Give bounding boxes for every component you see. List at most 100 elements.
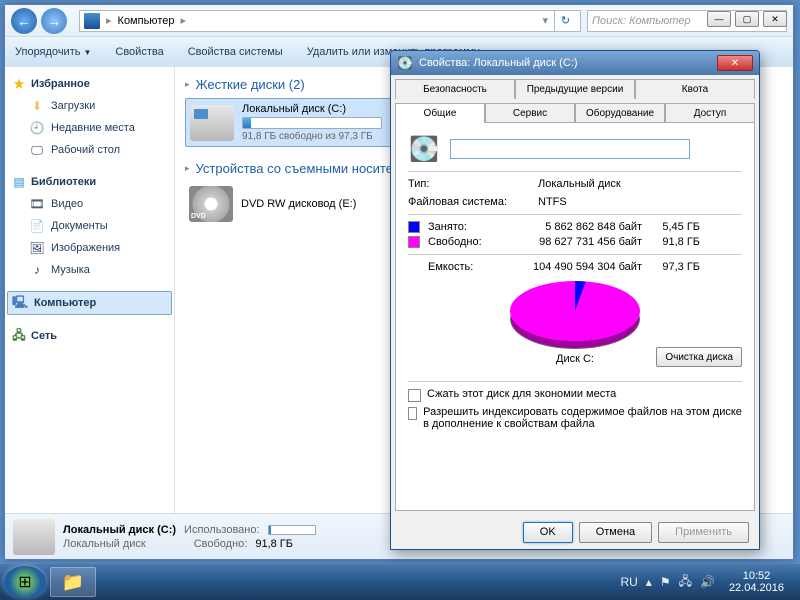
used-label: Занято: (428, 221, 504, 233)
chevron-down-icon: ▼ (83, 48, 91, 57)
image-icon: 🖼 (29, 240, 45, 256)
network-icon[interactable]: 🖧 (679, 572, 692, 593)
sidebar-item-computer[interactable]: 🖳Компьютер (7, 291, 172, 315)
sidebar-item-video[interactable]: 🎞Видео (7, 193, 172, 215)
document-icon: 📄 (29, 218, 45, 234)
system-tray: RU ▴ ⚑ 🖧 🔊 10:52 22.04.2016 (614, 570, 796, 594)
tab-sharing[interactable]: Доступ (665, 103, 755, 123)
taskbar-explorer[interactable]: 📁 (50, 567, 96, 597)
show-hidden-icon[interactable]: ▴ (646, 575, 652, 589)
status-free-label: Свободно: (194, 538, 248, 550)
compress-label: Сжать этот диск для экономии места (427, 388, 616, 400)
tab-hardware[interactable]: Оборудование (575, 103, 665, 123)
sidebar-item-images[interactable]: 🖼Изображения (7, 237, 172, 259)
type-value: Локальный диск (538, 178, 621, 190)
drive-name: Локальный диск (C:) (242, 103, 382, 115)
sidebar-item-downloads[interactable]: ⬇Загрузки (7, 95, 172, 117)
index-label: Разрешить индексировать содержимое файло… (423, 406, 742, 430)
drive-name: DVD RW дисковод (E:) (241, 198, 356, 210)
minimize-button[interactable]: — (707, 11, 731, 27)
dvd-icon: DVD (189, 186, 233, 222)
separator-icon: ▸ (106, 14, 112, 27)
clock-date: 22.04.2016 (729, 582, 784, 594)
sidebar: ★Избранное ⬇Загрузки 🕘Недавние места 🖵Ра… (5, 67, 175, 513)
language-indicator[interactable]: RU (620, 575, 637, 589)
cancel-button[interactable]: Отмена (579, 522, 652, 543)
tab-general[interactable]: Общие (395, 103, 485, 123)
recent-icon: 🕘 (29, 120, 45, 136)
status-free-value: 91,8 ГБ (255, 538, 293, 550)
tabs-row-1: Безопасность Предыдущие версии Квота (395, 79, 755, 99)
tab-content: 💽 Тип:Локальный диск Файловая система:NT… (395, 122, 755, 511)
sidebar-item-network[interactable]: 🖧Сеть (7, 325, 172, 347)
tab-previous-versions[interactable]: Предыдущие версии (515, 79, 635, 99)
volume-icon[interactable]: 🔊 (700, 575, 715, 589)
drive-usage-bar (242, 117, 382, 129)
sidebar-favorites-head[interactable]: ★Избранное (7, 73, 172, 95)
flag-icon[interactable]: ⚑ (660, 575, 671, 589)
dialog-buttons: OK Отмена Применить (391, 515, 759, 549)
sidebar-item-documents[interactable]: 📄Документы (7, 215, 172, 237)
ok-button[interactable]: OK (523, 522, 573, 543)
free-swatch (408, 236, 420, 248)
library-icon: ▤ (11, 174, 27, 190)
sidebar-libraries-head[interactable]: ▤Библиотеки (7, 171, 172, 193)
drive-free-text: 91,8 ГБ свободно из 97,3 ГБ (242, 131, 382, 142)
cleanup-button[interactable]: Очистка диска (656, 347, 742, 367)
computer-icon (84, 13, 100, 29)
video-icon: 🎞 (29, 196, 45, 212)
taskbar: ⊞ 📁 RU ▴ ⚑ 🖧 🔊 10:52 22.04.2016 (0, 564, 800, 600)
computer-icon: 🖳 (12, 295, 28, 311)
fs-label: Файловая система: (408, 196, 528, 208)
compress-checkbox[interactable] (408, 389, 421, 402)
network-icon: 🖧 (11, 328, 27, 344)
hdd-icon (13, 519, 55, 555)
tab-security[interactable]: Безопасность (395, 79, 515, 99)
fs-value: NTFS (538, 196, 567, 208)
used-bytes: 5 862 862 848 байт (512, 221, 642, 233)
index-checkbox[interactable] (408, 407, 417, 420)
refresh-icon[interactable]: ↻ (554, 10, 576, 32)
back-button[interactable]: ← (11, 8, 37, 34)
capacity-gb: 97,3 ГБ (650, 261, 700, 273)
separator-icon: ▸ (180, 14, 186, 27)
free-label: Свободно: (428, 236, 504, 248)
capacity-bytes: 104 490 594 304 байт (512, 261, 642, 273)
type-label: Тип: (408, 178, 528, 190)
tab-quota[interactable]: Квота (635, 79, 755, 99)
tabs-row-2: Общие Сервис Оборудование Доступ (395, 103, 755, 123)
dialog-titlebar[interactable]: 💽 Свойства: Локальный диск (C:) ✕ (391, 51, 759, 75)
capacity-label: Емкость: (428, 261, 504, 273)
sidebar-item-desktop[interactable]: 🖵Рабочий стол (7, 139, 172, 161)
forward-button[interactable]: → (41, 8, 67, 34)
status-used-label: Использовано: (184, 524, 260, 536)
system-properties-button[interactable]: Свойства системы (188, 46, 283, 58)
hdd-icon: 💽 (397, 55, 413, 71)
drive-label-input[interactable] (450, 139, 690, 159)
status-usage-bar (268, 525, 316, 535)
sidebar-item-music[interactable]: ♪Музыка (7, 259, 172, 281)
desktop-icon: 🖵 (29, 142, 45, 158)
start-button[interactable]: ⊞ (4, 566, 46, 598)
organize-menu[interactable]: Упорядочить▼ (15, 46, 91, 58)
clock-time: 10:52 (743, 570, 771, 582)
properties-button[interactable]: Свойства (115, 46, 163, 58)
maximize-button[interactable]: ▢ (735, 11, 759, 27)
breadcrumb[interactable]: ▸ Компьютер ▸ ▾ ↻ (79, 10, 581, 32)
breadcrumb-item[interactable]: Компьютер (118, 15, 175, 27)
status-type: Локальный диск (63, 538, 146, 550)
sidebar-item-recent[interactable]: 🕘Недавние места (7, 117, 172, 139)
tab-tools[interactable]: Сервис (485, 103, 575, 123)
free-gb: 91,8 ГБ (650, 236, 700, 248)
properties-dialog: 💽 Свойства: Локальный диск (C:) ✕ Безопа… (390, 50, 760, 550)
download-icon: ⬇ (29, 98, 45, 114)
used-swatch (408, 221, 420, 233)
used-gb: 5,45 ГБ (650, 221, 700, 233)
clock[interactable]: 10:52 22.04.2016 (723, 570, 790, 594)
close-button[interactable]: ✕ (763, 11, 787, 27)
dialog-close-button[interactable]: ✕ (717, 55, 753, 71)
apply-button[interactable]: Применить (658, 522, 749, 543)
folder-icon: 📁 (62, 572, 84, 593)
dropdown-icon[interactable]: ▾ (542, 14, 548, 27)
hdd-icon (190, 105, 234, 141)
